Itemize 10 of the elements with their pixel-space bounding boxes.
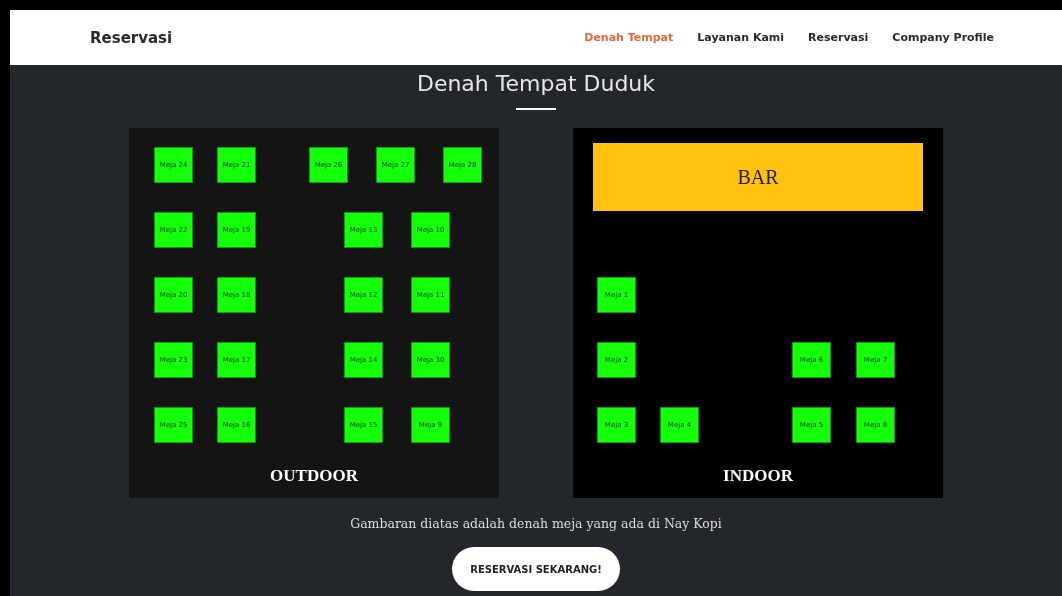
bar-counter: BAR	[593, 143, 923, 211]
nav-link[interactable]: Layanan Kami	[697, 31, 785, 44]
reserve-button[interactable]: RESERVASI SEKARANG!	[452, 547, 620, 591]
nav-link[interactable]: Reservasi	[808, 31, 869, 44]
brand-link[interactable]: Reservasi	[90, 28, 173, 47]
section-heading: Denah Tempat Duduk	[416, 71, 656, 96]
area-label: INDOOR	[722, 466, 794, 486]
area-label: OUTDOOR	[269, 466, 359, 486]
caption-text: Gambaran diatas adalah denah meja yang ada di Nay Kopi	[350, 516, 722, 531]
nav-link[interactable]: Company Profile	[892, 31, 994, 44]
